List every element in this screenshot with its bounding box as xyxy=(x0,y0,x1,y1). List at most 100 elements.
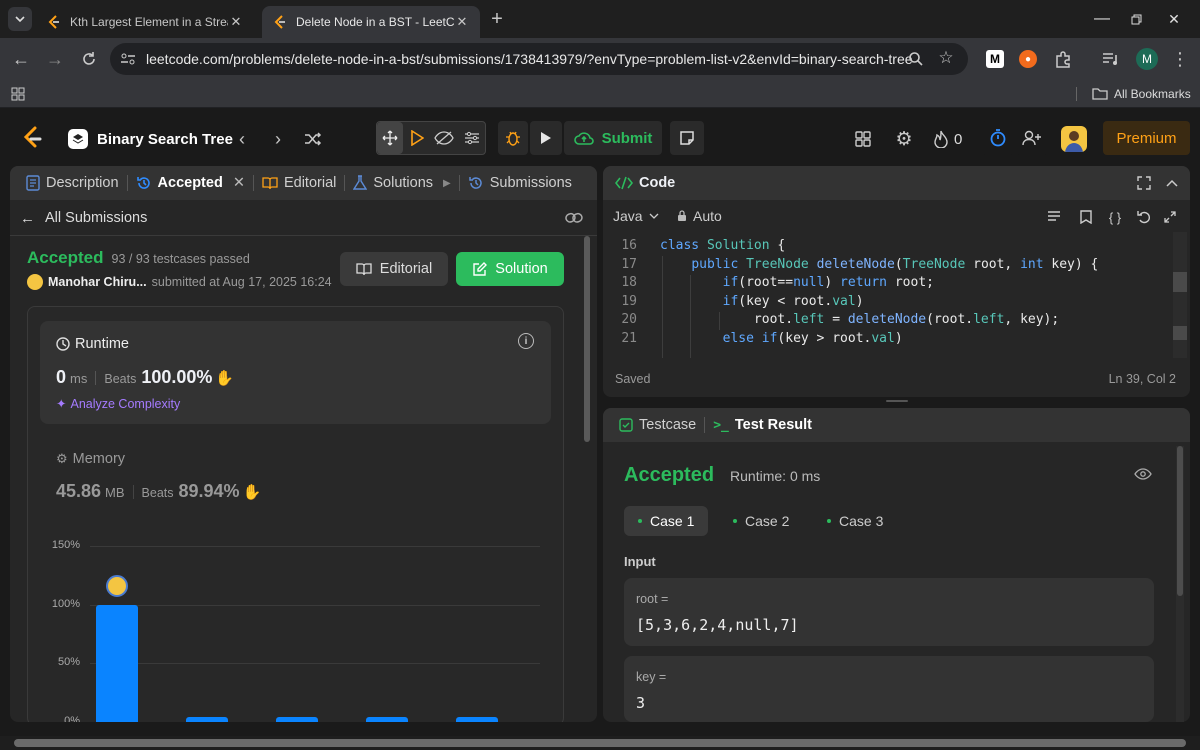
submit-button[interactable]: Submit xyxy=(564,121,662,155)
fullscreen-icon[interactable] xyxy=(1135,174,1153,192)
page-scrollbar[interactable] xyxy=(0,736,1200,750)
zoom-icon[interactable] xyxy=(906,49,926,69)
play-outline-icon[interactable] xyxy=(405,126,429,150)
address-bar[interactable]: leetcode.com/problems/delete-node-in-a-b… xyxy=(110,43,968,75)
submitter-name[interactable]: Manohar Chiru... xyxy=(48,275,147,289)
gear-icon[interactable]: ⚙ xyxy=(892,127,916,151)
format-icon[interactable] xyxy=(1045,208,1063,226)
settings-sliders-icon[interactable] xyxy=(460,126,484,150)
minimize-icon[interactable]: — xyxy=(1088,8,1116,30)
code-scrollbar[interactable] xyxy=(1173,232,1187,358)
scrollbar[interactable] xyxy=(584,236,590,442)
reset-icon[interactable] xyxy=(1135,208,1153,226)
chrome-menu-icon[interactable]: ⋮ xyxy=(1170,48,1190,70)
user-avatar[interactable] xyxy=(1061,126,1087,152)
chart-bar[interactable] xyxy=(186,717,228,722)
medium-extension-icon[interactable]: M xyxy=(986,50,1004,68)
browser-tab-active[interactable]: Delete Node in a BST - LeetCode ✕ xyxy=(262,6,480,38)
auto-mode-toggle[interactable]: Auto xyxy=(677,208,722,224)
timer-button[interactable] xyxy=(982,121,1014,155)
extension-orange-icon[interactable]: ● xyxy=(1019,50,1037,68)
memory-card[interactable]: ⚙ Memory 45.86 MB Beats 89.94% ✋ xyxy=(40,446,551,511)
leetcode-logo[interactable] xyxy=(20,126,44,150)
input-key[interactable]: key = 3 xyxy=(624,656,1154,722)
profile-avatar[interactable]: M xyxy=(1136,48,1158,70)
code-editor[interactable]: 16 class Solution { 17 public TreeNode de… xyxy=(603,232,1173,358)
tab-accepted[interactable]: Accepted ✕ xyxy=(128,166,253,200)
language-select[interactable]: Java xyxy=(613,208,659,224)
chart-bar[interactable] xyxy=(456,717,498,722)
debug-button[interactable] xyxy=(498,121,528,155)
result-scrollbar[interactable] xyxy=(1176,446,1184,722)
runtime-unit: ms xyxy=(70,371,88,386)
case-2-tab[interactable]: Case 2 xyxy=(719,506,803,536)
link-icon[interactable] xyxy=(564,208,584,228)
chart-bar[interactable] xyxy=(276,717,318,722)
expand-icon[interactable] xyxy=(1161,208,1179,226)
forward-arrow-icon[interactable]: → xyxy=(44,48,66,70)
braces-icon[interactable]: { } xyxy=(1105,208,1125,226)
bookmark-icon[interactable] xyxy=(1077,208,1095,226)
tab-testcase[interactable]: Testcase xyxy=(611,408,704,442)
tab-editorial[interactable]: Editorial xyxy=(254,166,344,200)
site-info-icon[interactable] xyxy=(118,49,138,69)
solution-button[interactable]: Solution xyxy=(456,252,564,286)
notes-button[interactable] xyxy=(670,121,704,155)
tab-description[interactable]: Description xyxy=(18,166,127,200)
chevron-down-icon xyxy=(649,213,659,219)
case-3-tab[interactable]: Case 3 xyxy=(813,506,897,536)
runtime-card[interactable]: Runtime i 0 ms Beats 100.00% ✋ ✦ Analyze… xyxy=(40,321,551,424)
bookmarks-label: All Bookmarks xyxy=(1114,87,1191,101)
extensions-puzzle-icon[interactable] xyxy=(1052,48,1074,70)
problem-list-button[interactable]: Binary Search Tree xyxy=(68,128,233,150)
reading-list-icon[interactable] xyxy=(1100,48,1122,70)
input-name: root = xyxy=(636,592,669,606)
runtime-value: 0 xyxy=(56,367,67,387)
prev-problem-icon[interactable]: ‹ xyxy=(232,128,252,150)
browser-tab[interactable]: Kth Largest Element in a Stream ✕ xyxy=(36,6,254,38)
info-icon[interactable]: i xyxy=(518,333,534,349)
streak-count: 0 xyxy=(954,130,963,148)
all-bookmarks-folder[interactable]: All Bookmarks xyxy=(1092,85,1191,103)
streak-counter[interactable]: 0 xyxy=(934,128,962,150)
input-root[interactable]: root = [5,3,6,2,4,null,7] xyxy=(624,578,1154,646)
tab-solutions[interactable]: Solutions ▶ xyxy=(345,166,458,200)
bookmarks-bar: All Bookmarks xyxy=(0,80,1200,108)
apps-grid-icon[interactable] xyxy=(10,86,26,102)
premium-button[interactable]: Premium xyxy=(1103,121,1190,155)
close-tab-icon[interactable]: ✕ xyxy=(233,175,245,191)
close-tab-icon[interactable]: ✕ xyxy=(454,14,470,30)
terminal-icon: >_ xyxy=(713,417,729,433)
tab-test-result[interactable]: >_ Test Result xyxy=(705,408,820,442)
eye-icon[interactable] xyxy=(1133,466,1153,482)
tab-submissions[interactable]: Submissions xyxy=(460,166,580,200)
case-1-tab[interactable]: Case 1 xyxy=(624,506,709,536)
shuffle-icon[interactable] xyxy=(302,128,324,150)
tab-description-label: Description xyxy=(46,175,119,191)
tab-search-button[interactable] xyxy=(8,7,32,31)
layout-grid-icon[interactable] xyxy=(852,128,874,150)
bookmark-star-icon[interactable]: ☆ xyxy=(936,48,956,68)
new-tab-button[interactable]: + xyxy=(486,8,508,30)
case-label: Case 1 xyxy=(650,513,695,529)
leetcode-favicon-icon xyxy=(48,15,59,29)
left-tab-bar: Description Accepted ✕ Editorial Solutio… xyxy=(10,166,597,200)
chart-bar[interactable] xyxy=(96,604,138,722)
run-button[interactable] xyxy=(530,121,562,155)
chart-gridline xyxy=(90,663,540,665)
analyze-complexity-link[interactable]: ✦ Analyze Complexity xyxy=(56,396,180,412)
hide-eye-icon[interactable] xyxy=(432,126,456,150)
editorial-button[interactable]: Editorial xyxy=(340,252,448,286)
close-window-icon[interactable]: ✕ xyxy=(1160,8,1188,30)
invite-button[interactable] xyxy=(1016,121,1048,155)
chart-bar[interactable] xyxy=(366,717,408,722)
collapse-icon[interactable] xyxy=(1163,174,1181,192)
restore-icon[interactable] xyxy=(1122,8,1150,30)
next-problem-icon[interactable]: › xyxy=(268,128,288,150)
vertical-resizer[interactable] xyxy=(886,400,908,402)
close-tab-icon[interactable]: ✕ xyxy=(228,14,244,30)
move-layout-icon[interactable] xyxy=(377,122,403,154)
all-submissions-link[interactable]: ← All Submissions xyxy=(20,208,147,228)
reload-icon[interactable] xyxy=(78,48,100,70)
back-arrow-icon[interactable]: ← xyxy=(10,48,32,70)
